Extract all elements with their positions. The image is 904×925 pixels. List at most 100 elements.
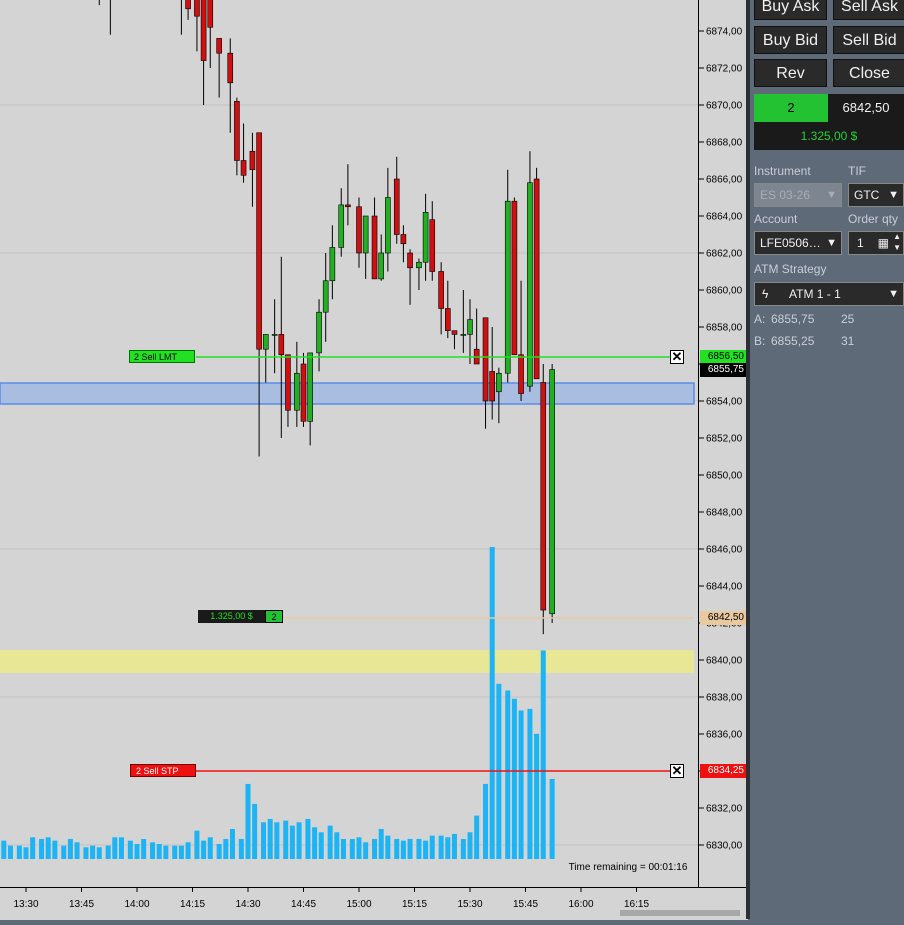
candle-body bbox=[371, 215, 378, 280]
candle-body bbox=[300, 363, 307, 422]
volume-bar bbox=[511, 698, 517, 859]
position-price-tag: 6842,50 bbox=[700, 611, 747, 625]
sell-bid-button[interactable]: Sell Bid bbox=[833, 26, 904, 54]
candle-body bbox=[194, 0, 200, 17]
account-select[interactable]: LFE0506… ▼ bbox=[754, 231, 842, 255]
candle-body bbox=[407, 252, 413, 269]
volume-bar bbox=[16, 845, 22, 859]
order-qty-input[interactable]: 1 ▦ ▲ ▼ bbox=[848, 231, 904, 255]
price-tick-label: 6848,00 bbox=[706, 508, 743, 519]
candle-body bbox=[256, 132, 262, 350]
close-position-button[interactable]: Close bbox=[833, 59, 904, 87]
instrument-label: Instrument bbox=[754, 164, 811, 178]
volume-bar bbox=[340, 838, 346, 859]
volume-bar bbox=[312, 827, 318, 859]
sell-stop-price-tag: 6834,25 bbox=[700, 764, 747, 778]
volume-bar bbox=[460, 838, 466, 859]
candle-body bbox=[533, 178, 540, 380]
atm-strategy-select[interactable]: ϟ ATM 1 - 1 ▼ bbox=[754, 282, 904, 306]
buy-bid-button[interactable]: Buy Bid bbox=[754, 26, 827, 54]
price-axis[interactable]: 6874,00 6872,00 6870,00 6868,00 6866,00 6864,… bbox=[698, 0, 749, 887]
sell-ask-button[interactable]: Sell Ask bbox=[833, 0, 904, 20]
time-scrollbar bbox=[620, 910, 740, 916]
position-pnl-tag[interactable]: 1.325,00 $ bbox=[198, 610, 265, 623]
chart-trader-panel: Buy Ask Sell Ask Buy Bid Sell Bid Rev Cl… bbox=[750, 0, 904, 919]
volume-bar bbox=[172, 845, 178, 859]
candle-body bbox=[185, 0, 191, 10]
volume-bar bbox=[245, 783, 251, 859]
candle-body bbox=[400, 234, 407, 245]
time-tick-label: 14:00 bbox=[124, 899, 149, 910]
price-tick-label: 6836,00 bbox=[706, 730, 743, 741]
candle-body bbox=[200, 0, 207, 61]
volume-bar bbox=[378, 828, 384, 859]
volume-bar bbox=[318, 832, 324, 859]
volume-bar bbox=[400, 840, 406, 859]
time-axis[interactable]: 13:30 13:45 14:00 14:15 14:30 14:45 15:00 15:15… bbox=[0, 887, 748, 920]
buy-ask-button[interactable]: Buy Ask bbox=[754, 0, 827, 20]
calculator-icon[interactable]: ▦ bbox=[878, 232, 889, 254]
volume-bar bbox=[372, 838, 378, 859]
volume-bar bbox=[23, 847, 29, 859]
price-tick-label: 6838,00 bbox=[706, 693, 743, 704]
lightning-icon: ϟ bbox=[762, 287, 769, 301]
time-tick-label: 16:15 bbox=[624, 899, 649, 910]
candle-body bbox=[504, 200, 511, 374]
candle-body bbox=[227, 52, 234, 84]
candle-body bbox=[467, 319, 473, 335]
price-tick-label: 6832,00 bbox=[706, 804, 743, 815]
volume-bar bbox=[112, 837, 118, 859]
ask-size: 25 bbox=[841, 312, 855, 326]
volume-bar bbox=[261, 822, 267, 859]
price-axis-labels: 6874,00 6872,00 6870,00 6868,00 6866,00 6864,… bbox=[699, 27, 743, 852]
time-tick-label: 15:30 bbox=[457, 899, 482, 910]
candle-body bbox=[345, 204, 351, 208]
volume-bar bbox=[118, 837, 124, 859]
volume-bar bbox=[489, 547, 495, 859]
price-tick-label: 6870,00 bbox=[706, 101, 743, 112]
sell-stop-order-tag[interactable]: 2 Sell STP bbox=[130, 764, 196, 777]
volume-bar bbox=[150, 842, 156, 859]
ask-price: 6855,75 bbox=[771, 312, 815, 326]
volume-bar bbox=[363, 842, 369, 859]
volume-bar bbox=[207, 837, 213, 859]
candle-body bbox=[444, 308, 451, 332]
candle-body bbox=[329, 247, 336, 282]
cancel-sell-limit-icon[interactable]: ✕ bbox=[670, 350, 684, 364]
last-price-tag: 6855,75 bbox=[700, 363, 747, 377]
instrument-select[interactable]: ES 03-26 ▼ bbox=[754, 183, 842, 207]
time-tick-label: 14:30 bbox=[235, 899, 260, 910]
volume-bar bbox=[216, 843, 222, 859]
price-tick-label: 6864,00 bbox=[706, 212, 743, 223]
candle-body bbox=[207, 0, 214, 28]
candle-body bbox=[249, 150, 256, 171]
candle-body bbox=[338, 204, 345, 248]
volume-bar bbox=[267, 818, 273, 859]
yellow-zone bbox=[0, 650, 694, 673]
volume-bar bbox=[385, 835, 391, 859]
candle-body bbox=[362, 215, 369, 254]
volume-bar bbox=[141, 838, 147, 859]
candle-body bbox=[482, 317, 489, 402]
volume-bar bbox=[1, 840, 7, 859]
volume-bar bbox=[483, 783, 489, 859]
cancel-sell-stop-icon[interactable]: ✕ bbox=[670, 764, 684, 778]
position-qty-tag[interactable]: 2 bbox=[265, 610, 283, 623]
spinner-icon[interactable]: ▲ ▼ bbox=[893, 231, 901, 253]
volume-bar bbox=[39, 838, 45, 859]
tif-select[interactable]: GTC ▼ bbox=[848, 183, 904, 207]
reverse-button[interactable]: Rev bbox=[754, 59, 827, 87]
volume-bar bbox=[423, 840, 429, 859]
volume-bar bbox=[7, 845, 13, 859]
chart-area[interactable]: 2 Sell LMT ✕ 2 Sell STP ✕ 1.325,00 $ 2 T… bbox=[0, 0, 698, 887]
bid-price: 6855,25 bbox=[771, 334, 815, 348]
price-tick-label: 6830,00 bbox=[706, 841, 743, 852]
atm-strategy-label: ATM Strategy bbox=[754, 262, 827, 276]
volume-bar bbox=[127, 840, 133, 859]
candle-body bbox=[356, 206, 362, 254]
candle-body bbox=[422, 212, 429, 263]
sell-limit-order-tag[interactable]: 2 Sell LMT bbox=[129, 350, 195, 363]
chevron-down-icon: ▼ bbox=[826, 237, 837, 249]
price-chart[interactable] bbox=[0, 0, 698, 887]
price-tick-label: 6844,00 bbox=[706, 582, 743, 593]
